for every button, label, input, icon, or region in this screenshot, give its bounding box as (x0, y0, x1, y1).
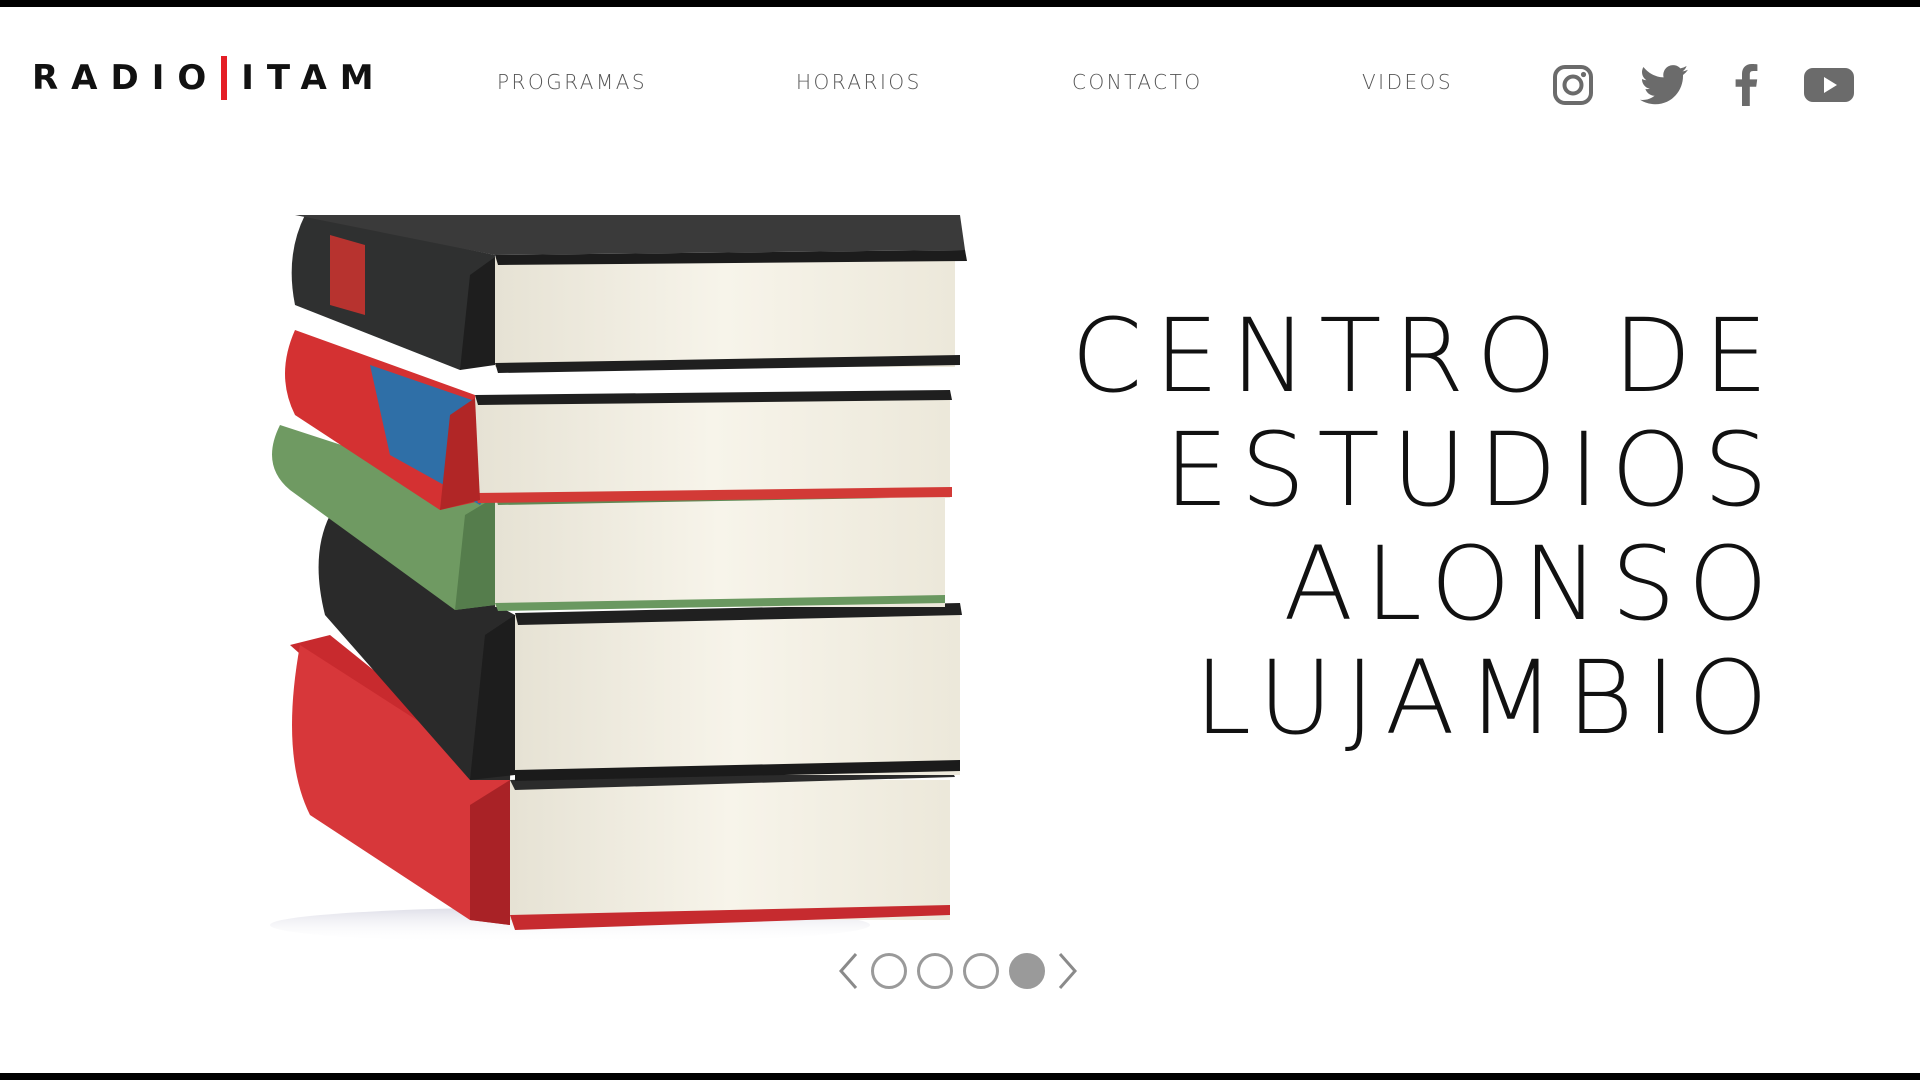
bottom-border (0, 1073, 1920, 1080)
books-stack-image (270, 215, 990, 945)
headline-line-1: CENTRO DE (1071, 297, 1780, 416)
slider-dot-3[interactable] (963, 953, 999, 989)
nav-contacto[interactable]: CONTACTO (1072, 70, 1203, 94)
nav-programas[interactable]: PROGRAMAS (497, 70, 647, 94)
slider-dot-2[interactable] (917, 953, 953, 989)
chevron-right-icon[interactable] (1055, 950, 1081, 992)
headline-line-3: ALONSO (1283, 525, 1780, 644)
instagram-icon[interactable] (1548, 60, 1598, 110)
nav-horarios[interactable]: HORARIOS (796, 70, 922, 94)
slider-dot-4[interactable] (1009, 953, 1045, 989)
slider-controls (835, 946, 1081, 996)
headline-line-2: ESTUDIOS (1164, 411, 1780, 530)
slider-dot-1[interactable] (871, 953, 907, 989)
headline-line-4: LUJAMBIO (1194, 639, 1780, 758)
main-nav: PROGRAMAS HORARIOS CONTACTO VIDEOS (0, 70, 1920, 100)
hero-headline: CENTRO DE ESTUDIOS ALONSO LUJAMBIO (1071, 300, 1780, 756)
chevron-left-icon[interactable] (835, 950, 861, 992)
nav-videos[interactable]: VIDEOS (1362, 70, 1453, 94)
youtube-icon[interactable] (1800, 60, 1858, 110)
facebook-icon[interactable] (1724, 60, 1768, 110)
top-border (0, 0, 1920, 7)
twitter-icon[interactable] (1636, 60, 1692, 110)
